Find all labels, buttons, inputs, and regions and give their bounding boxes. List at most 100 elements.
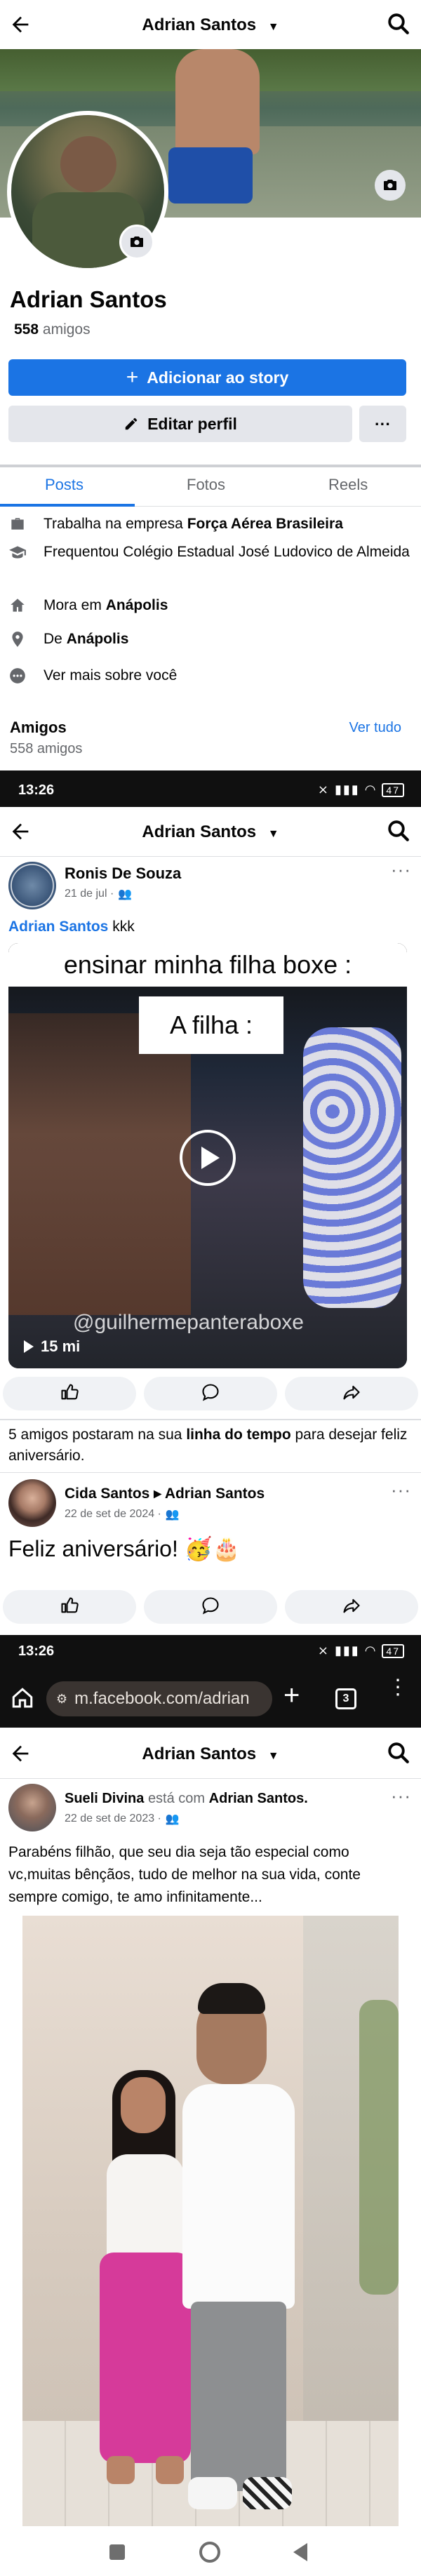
share-icon: [342, 1596, 361, 1619]
about-see-more[interactable]: Ver mais sobre você: [8, 665, 415, 686]
tagged-user-link[interactable]: Adrian Santos: [8, 919, 108, 935]
profile-title-dropdown[interactable]: Adrian Santos ▼: [0, 1744, 421, 1764]
profile-tabs: Posts Fotos Reels: [0, 465, 421, 507]
status-time: 13:26: [18, 1643, 55, 1659]
more-dots-icon: ···: [375, 414, 391, 433]
post-author-line: Sueli Divina está com Adrian Santos.: [65, 1791, 308, 1806]
play-icon: [201, 1147, 220, 1169]
pencil-icon: [123, 416, 139, 432]
video-views: 15 mi: [24, 1337, 80, 1356]
post-author-name[interactable]: Ronis De Souza: [65, 865, 181, 883]
like-button[interactable]: [3, 1590, 136, 1624]
search-icon[interactable]: [386, 11, 411, 36]
about-lives: Mora em Anápolis: [8, 595, 415, 616]
post-author-name[interactable]: Sueli Divina: [65, 1791, 144, 1806]
top-bar-2: Adrian Santos ▼: [0, 807, 421, 856]
chevron-down-icon: ▼: [267, 828, 279, 840]
graduation-cap-icon: [8, 543, 27, 561]
play-icon: [24, 1340, 34, 1353]
add-story-button[interactable]: + Adicionar ao story: [8, 359, 406, 396]
active-tab-indicator: [0, 504, 135, 507]
plus-icon: +: [126, 366, 139, 389]
post-meta: 22 de set de 2024 · 👥: [65, 1508, 180, 1521]
tab-posts[interactable]: Posts: [45, 476, 83, 494]
edit-profile-button[interactable]: Editar perfil: [8, 406, 352, 442]
about-from: De Anápolis: [8, 629, 415, 650]
share-icon: [342, 1382, 361, 1406]
friend-count[interactable]: 558 amigos: [14, 321, 91, 338]
home-icon[interactable]: [10, 1686, 35, 1711]
profile-title-dropdown[interactable]: Adrian Santos ▼: [0, 15, 421, 35]
profile-title-dropdown[interactable]: Adrian Santos ▼: [0, 822, 421, 842]
like-icon: [60, 1596, 79, 1619]
share-button[interactable]: [285, 1377, 418, 1410]
post-author-avatar[interactable]: [8, 862, 56, 909]
post-more-button[interactable]: ···: [391, 859, 411, 881]
home-icon: [8, 596, 27, 615]
location-pin-icon: [8, 630, 27, 648]
video-player[interactable]: ensinar minha filha boxe : A filha : @gu…: [8, 943, 407, 1368]
comment-icon: [201, 1596, 220, 1619]
post-target-name[interactable]: Adrian Santos: [165, 1486, 265, 1502]
avatar-camera-button[interactable]: [119, 225, 154, 260]
browser-toolbar: ⚙ m.facebook.com/adrian + 3 ⋮: [0, 1669, 421, 1728]
post-author-name[interactable]: Cida Santos: [65, 1486, 149, 1502]
browser-menu-icon[interactable]: ⋮: [387, 1677, 408, 1698]
home-button-icon[interactable]: [199, 2542, 220, 2563]
play-button[interactable]: [180, 1130, 236, 1186]
top-bar-3: Adrian Santos ▼: [0, 1729, 421, 1778]
post-author-avatar[interactable]: [8, 1479, 56, 1527]
more-dots-icon: [8, 667, 27, 685]
video-watermark: @guilhermepanteraboxe: [73, 1311, 304, 1334]
about-education: Frequentou Colégio Estadual José Ludovic…: [8, 542, 415, 563]
status-time: 13:26: [18, 782, 55, 798]
comment-button[interactable]: [144, 1590, 277, 1624]
tab-reels[interactable]: Reels: [328, 476, 368, 494]
status-icons: ⨯ ▮▮▮ ◠ 47: [318, 782, 404, 797]
comment-icon: [201, 1382, 220, 1406]
share-button[interactable]: [285, 1590, 418, 1624]
status-bar-1: 13:26 ⨯ ▮▮▮ ◠ 47: [0, 770, 421, 811]
back-nav-icon[interactable]: [293, 2543, 307, 2561]
birthday-note: 5 amigos postaram na sua linha do tempo …: [8, 1427, 408, 1464]
like-icon: [60, 1382, 79, 1406]
android-nav-bar: [0, 2530, 421, 2576]
friends-title: Amigos: [10, 719, 67, 736]
friends-icon: 👥: [118, 888, 133, 900]
post-actions: [0, 1586, 421, 1628]
recent-apps-icon[interactable]: [109, 2544, 125, 2560]
post-text: Feliz aniversário! 🥳🎂: [8, 1536, 241, 1561]
friends-see-all-link[interactable]: Ver tudo: [349, 720, 401, 736]
arrow-right-icon: ▸: [154, 1486, 161, 1502]
tab-switcher-button[interactable]: 3: [335, 1688, 356, 1709]
url-bar[interactable]: ⚙ m.facebook.com/adrian: [46, 1681, 272, 1716]
cover-camera-button[interactable]: [375, 170, 406, 201]
friends-icon: 👥: [165, 1509, 180, 1521]
post-more-button[interactable]: ···: [391, 1785, 411, 1807]
post-target-name[interactable]: Adrian Santos.: [209, 1791, 308, 1806]
post-actions: [0, 1373, 421, 1415]
site-settings-icon[interactable]: ⚙: [56, 1692, 67, 1707]
post-more-button[interactable]: ···: [391, 1479, 411, 1501]
post-text: Adrian Santos kkk: [8, 919, 135, 935]
status-icons: ⨯ ▮▮▮ ◠ 47: [318, 1643, 404, 1658]
like-button[interactable]: [3, 1377, 136, 1410]
briefcase-icon: [8, 515, 27, 533]
friends-icon: 👥: [165, 1813, 180, 1825]
post-photo[interactable]: [22, 1916, 399, 2526]
profile-name: Adrian Santos: [10, 286, 167, 312]
comment-button[interactable]: [144, 1377, 277, 1410]
post-author-line: Cida Santos ▸ Adrian Santos: [65, 1485, 265, 1502]
chevron-down-icon: ▼: [267, 21, 279, 33]
tab-fotos[interactable]: Fotos: [187, 476, 225, 494]
chevron-down-icon: ▼: [267, 1750, 279, 1762]
search-icon[interactable]: [386, 818, 411, 843]
top-bar-1: Adrian Santos ▼: [0, 0, 421, 49]
new-tab-button[interactable]: +: [283, 1680, 300, 1711]
about-work: Trabalha na empresa Força Aérea Brasilei…: [8, 514, 415, 535]
status-bar-2: 13:26 ⨯ ▮▮▮ ◠ 47: [0, 1635, 421, 1669]
profile-more-button[interactable]: ···: [359, 406, 406, 442]
search-icon[interactable]: [386, 1740, 411, 1766]
post-author-avatar[interactable]: [8, 1784, 56, 1831]
post-text: Parabéns filhão, que seu dia seja tão es…: [8, 1844, 361, 1905]
